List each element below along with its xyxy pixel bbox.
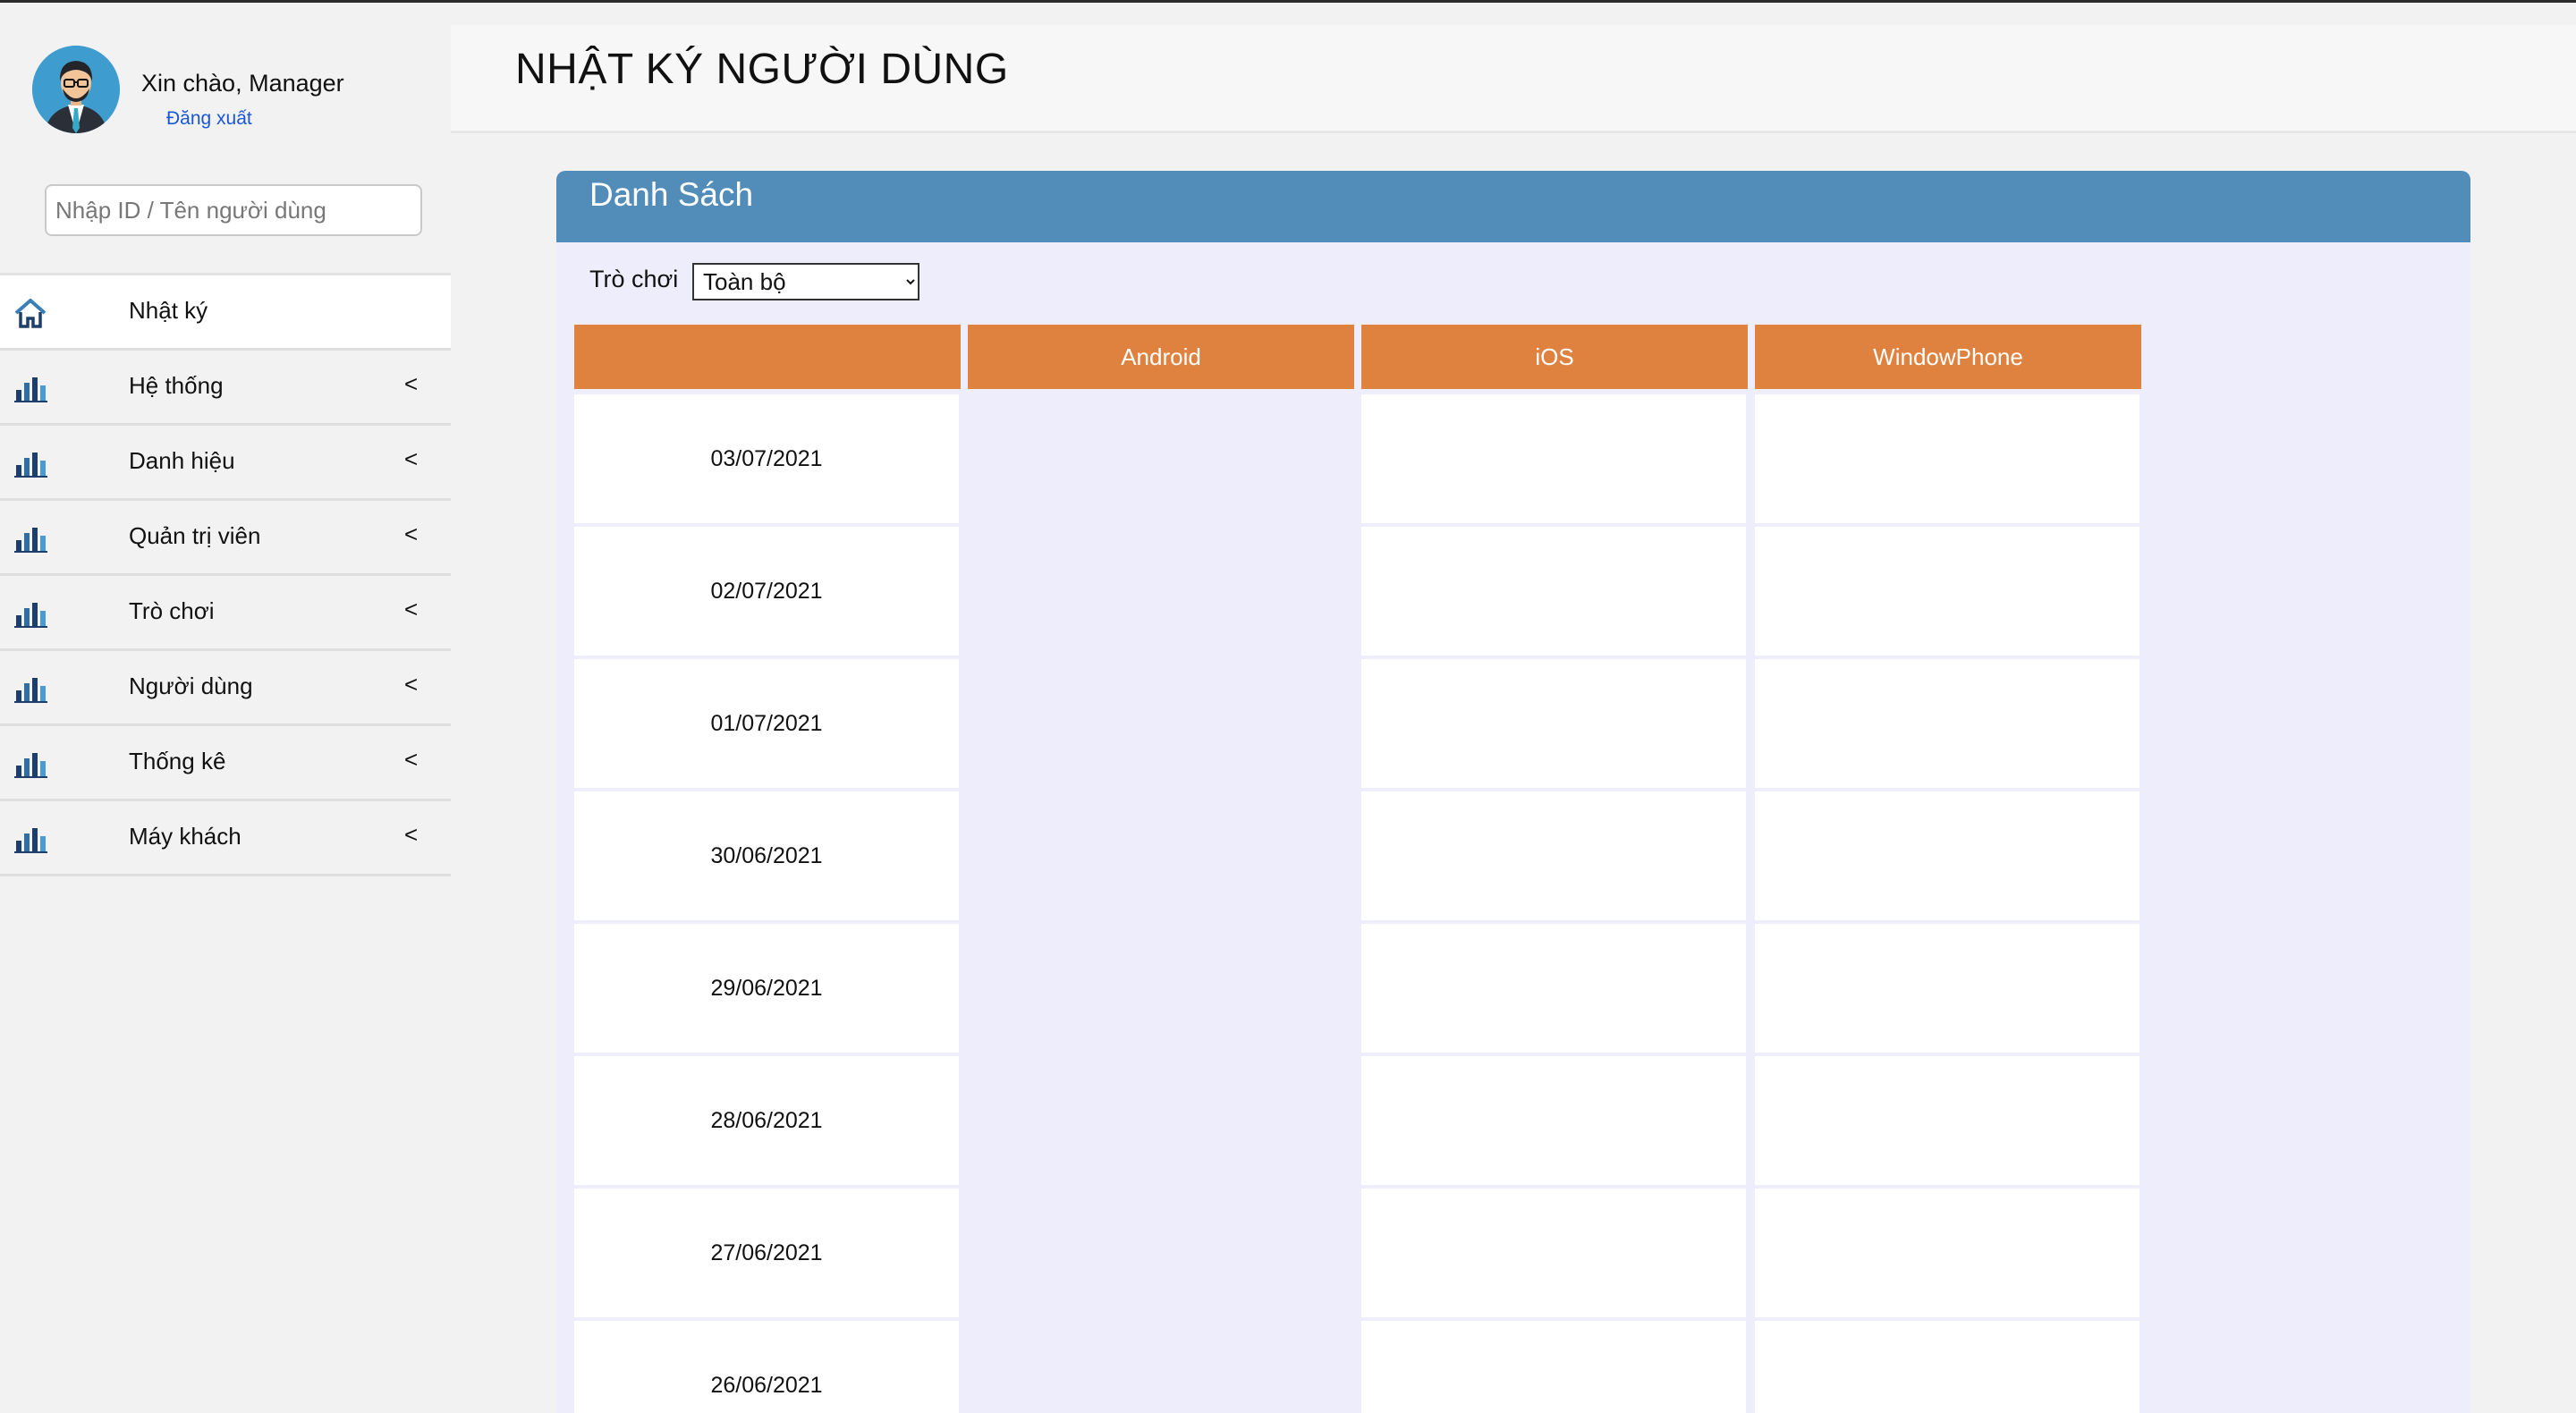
table-cell-ios [1361,659,1746,788]
chevron-left-icon: < [404,671,419,698]
panel-header: Danh Sách [556,171,2470,242]
table-cell-ios [1361,1321,1746,1413]
table-cell-ios [1361,1189,1746,1317]
sidebar-item-nguoi-dung[interactable]: Người dùng < [0,651,451,726]
table-cell-windowphone [1755,394,2140,523]
user-search-box [45,184,422,236]
table-cell-ios [1361,527,1746,656]
chevron-left-icon: < [404,746,419,773]
table-row-date-cell: 27/06/2021 [574,1189,959,1317]
sidebar-item-label: Hệ thống [129,372,224,399]
bar-chart-icon [13,597,48,630]
table-cell-ios [1361,1056,1746,1185]
sidebar: Xin chào, Manager Đăng xuất Nhật ký Hệ t… [0,3,451,1413]
table-cell-windowphone [1755,527,2140,656]
sidebar-item-label: Trò chơi [129,597,215,624]
chevron-left-icon: < [404,821,419,848]
bar-chart-icon [13,447,48,479]
sidebar-item-label: Máy khách [129,823,242,850]
chevron-left-icon: < [404,445,419,472]
sidebar-item-thong-ke[interactable]: Thống kê < [0,726,451,801]
bar-chart-icon [13,823,48,855]
bar-chart-icon [13,522,48,554]
user-profile: Xin chào, Manager Đăng xuất [0,3,451,146]
sidebar-item-may-khach[interactable]: Máy khách < [0,801,451,876]
table-row-date-cell: 03/07/2021 [574,394,959,523]
table-row-date-cell: 28/06/2021 [574,1056,959,1185]
sidebar-item-label: Người dùng [129,673,253,699]
table-cell-windowphone [1755,791,2140,920]
sidebar-item-nhat-ky[interactable]: Nhật ký [0,275,451,351]
bar-chart-icon [13,673,48,705]
home-icon [13,297,48,329]
avatar-person-icon [32,46,120,133]
game-filter-select[interactable]: Toàn bộ [692,263,919,300]
table-cell-windowphone [1755,924,2140,1053]
avatar [32,46,120,133]
sidebar-item-danh-hieu[interactable]: Danh hiệu < [0,426,451,501]
game-filter-label: Trò chơi [589,266,679,292]
table-cell-windowphone [1755,659,2140,788]
list-panel: Danh Sách Trò chơi Toàn bộ Android iOS Win… [556,171,2470,1413]
sidebar-item-tro-choi[interactable]: Trò chơi < [0,576,451,651]
panel-title: Danh Sách [589,176,754,213]
table-row-date-cell: 30/06/2021 [574,791,959,920]
table-cell-windowphone [1755,1321,2140,1413]
bar-chart-icon [13,372,48,404]
chevron-left-icon: < [404,596,419,622]
table-row-date-cell: 02/07/2021 [574,527,959,656]
page-title: NHẬT KÝ NGƯỜI DÙNG [515,46,1009,93]
table-cell-windowphone [1755,1189,2140,1317]
sidebar-item-quan-tri-vien[interactable]: Quản trị viên < [0,501,451,576]
chevron-left-icon: < [404,520,419,547]
windowphone-column-header: WindowPhone [1755,325,2141,389]
sidebar-item-he-thong[interactable]: Hệ thống < [0,351,451,426]
table-row-date-cell: 01/07/2021 [574,659,959,788]
table-cell-ios [1361,924,1746,1053]
page-header: NHẬT KÝ NGƯỜI DÙNG [451,25,2576,133]
date-column-header [574,325,961,389]
ios-column-header: iOS [1361,325,1748,389]
table-row-date-cell: 29/06/2021 [574,924,959,1053]
table-row-date-cell: 26/06/2021 [574,1321,959,1413]
sidebar-item-label: Quản trị viên [129,522,261,549]
table-cell-ios [1361,394,1746,523]
sidebar-item-label: Nhật ký [129,297,208,324]
greeting-text: Xin chào, Manager [141,70,344,97]
sidebar-item-label: Danh hiệu [129,447,235,474]
android-column-header: Android [968,325,1354,389]
table-cell-windowphone [1755,1056,2140,1185]
chevron-left-icon: < [404,370,419,397]
logout-link[interactable]: Đăng xuất [166,108,252,130]
bar-chart-icon [13,748,48,780]
user-search-input[interactable] [47,186,420,234]
table-cell-ios [1361,791,1746,920]
sidebar-menu: Nhật ký Hệ thống < Danh hiệu < Quản trị … [0,273,451,876]
sidebar-item-label: Thống kê [129,748,226,774]
